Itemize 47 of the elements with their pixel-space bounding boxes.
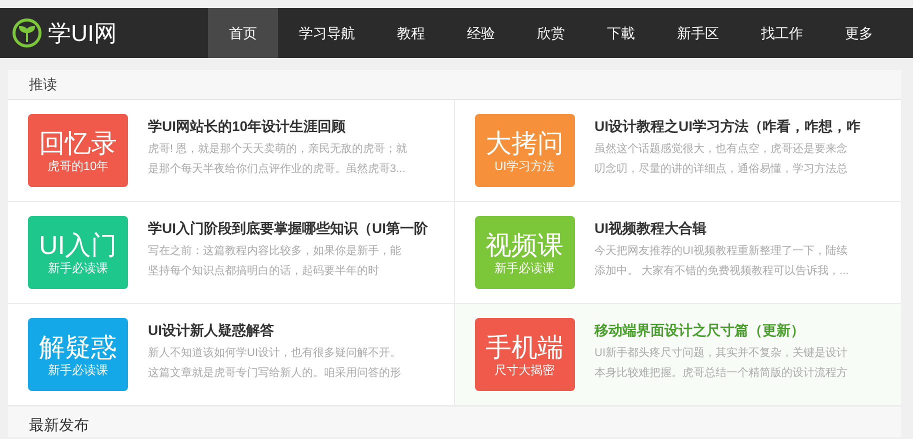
nav-link[interactable]: 找工作 xyxy=(740,8,824,58)
article-title[interactable]: UI视频教程大合辑 xyxy=(594,219,849,237)
article-title[interactable]: 学UI网站长的10年设计生涯回顾 xyxy=(148,117,408,135)
nav-link[interactable]: 经验 xyxy=(446,8,516,58)
article-excerpt: 新人不知道该如何学UI设计，也有很多疑问解不开。 xyxy=(148,346,401,361)
nav-link[interactable]: 教程 xyxy=(376,8,446,58)
article-card[interactable]: 回忆录 虎哥的10年 学UI网站长的10年设计生涯回顾 虎哥! 恩，就是那个天天卖萌的，亲民无敌的虎哥；就 是那个每天半夜给你们点评作业的虎哥。虽然虎哥3... xyxy=(8,100,454,202)
article-excerpt: 这篇文章就是虎哥专门写给新人的。咱采用问答的形 xyxy=(148,366,401,381)
article-card[interactable]: 大拷问 UI学习方法 UI设计教程之UI学习方法（咋看，咋想，咋 虽然这个话题感觉很大，也有点空，虎哥还是要来念 叨念叨，尽量的讲的详细点，通俗易懂，学习方法总 xyxy=(454,100,901,202)
banner-title: 手机端 xyxy=(486,332,564,362)
banner-title: 解疑惑 xyxy=(39,332,117,362)
article-excerpt: 添加中。 大家有不错的免费视频教程可以告诉我，... xyxy=(594,264,849,279)
article-card[interactable]: 视频课 新手必读课 UI视频教程大合辑 今天把网友推荐的UI视频教程重新整理了一下，陆续 添加中。 大家有不错的免费视频教程可以告诉我，... xyxy=(454,202,901,304)
banner-subtitle: 新手必读课 xyxy=(494,260,554,276)
section-heading: 推读 xyxy=(8,70,901,100)
article-card[interactable]: 解疑惑 新手必读课 UI设计新人疑惑解答 新人不知道该如何学UI设计，也有很多疑问解不开。 这篇文章就是虎哥专门写给新人的。咱采用问答的形 xyxy=(8,304,454,406)
nav-link[interactable]: 下載 xyxy=(586,8,656,58)
article-card[interactable]: UI入门 新手必读课 学UI入门阶段到底要掌握哪些知识（UI第一阶 写在之前：这篇教程内容比较多，如果你是新手，能 坚持每个知识点都搞明白的话，起码要半年的时 xyxy=(8,202,454,304)
banner-subtitle: 新手必读课 xyxy=(48,260,108,276)
banner-title: 视频课 xyxy=(486,230,564,260)
nav-link[interactable]: 欣赏 xyxy=(516,8,586,58)
nav-link[interactable]: 学习导航 xyxy=(278,8,376,58)
nav-link[interactable]: 新手区 xyxy=(656,8,740,58)
article-title[interactable]: UI设计教程之UI学习方法（咋看，咋想，咋 xyxy=(594,117,860,135)
banner-subtitle: 尺寸大揭密 xyxy=(494,362,554,378)
nav-link[interactable]: 首页 xyxy=(208,8,278,58)
site-logo-text[interactable]: 学UI网 xyxy=(48,22,117,44)
banner-subtitle: UI学习方法 xyxy=(494,158,554,174)
article-excerpt: 虎哥! 恩，就是那个天天卖萌的，亲民无敌的虎哥；就 xyxy=(148,142,408,157)
article-excerpt: 今天把网友推荐的UI视频教程重新整理了一下，陆续 xyxy=(594,244,848,259)
article-excerpt: 写在之前：这篇教程内容比较多，如果你是新手，能 xyxy=(148,244,402,259)
article-excerpt: 叨念叨，尽量的讲的详细点，通俗易懂，学习方法总 xyxy=(594,162,848,177)
article-title[interactable]: UI设计新人疑惑解答 xyxy=(148,321,401,339)
article-excerpt: 坚持每个知识点都搞明白的话，起码要半年的时 xyxy=(148,264,380,279)
article-excerpt: 是那个每天半夜给你们点评作业的虎哥。虽然虎哥3... xyxy=(148,162,406,177)
article-title[interactable]: 学UI入门阶段到底要掌握哪些知识（UI第一阶 xyxy=(148,219,428,237)
banner-subtitle: 虎哥的10年 xyxy=(47,158,109,174)
article-excerpt: 虽然这个话题感觉很大，也有点空，虎哥还是要来念 xyxy=(594,142,848,157)
banner-title: 大拷问 xyxy=(486,128,564,158)
banner-title: UI入门 xyxy=(39,230,117,260)
nav-link[interactable]: 更多 xyxy=(824,8,894,58)
banner-subtitle: 新手必读课 xyxy=(48,362,108,378)
article-excerpt: UI新手都头疼尺寸问题，其实并不复杂，关键是设计 xyxy=(594,346,848,361)
sprout-logo-icon xyxy=(12,18,42,48)
section-heading: 最新发布 xyxy=(8,407,901,437)
article-excerpt: 本身比较难把握。虎哥总结一个精简版的设计流程方 xyxy=(594,366,848,381)
banner-title: 回忆录 xyxy=(39,128,117,158)
